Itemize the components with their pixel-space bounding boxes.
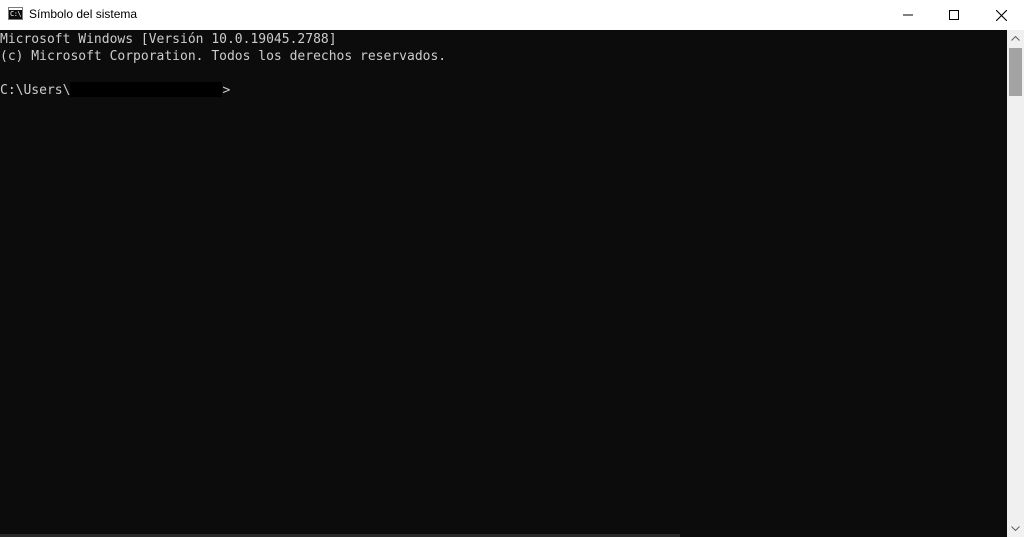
console-output[interactable]: Microsoft Windows [Versión 10.0.19045.27… [0, 30, 1007, 537]
scroll-down-button[interactable] [1007, 520, 1024, 537]
vertical-scrollbar[interactable] [1007, 30, 1024, 537]
scroll-up-button[interactable] [1007, 30, 1024, 47]
prompt-symbol: > [222, 83, 231, 98]
maximize-icon [949, 10, 959, 20]
prompt-path: C:\Users\ [0, 83, 71, 98]
console-line-version: Microsoft Windows [Versión 10.0.19045.27… [0, 32, 337, 47]
close-icon [995, 9, 1007, 21]
minimize-button[interactable] [885, 0, 931, 30]
command-prompt[interactable]: C:\Users\ > [0, 82, 230, 99]
close-button[interactable] [978, 0, 1024, 30]
cmd-icon: C:\ [8, 7, 23, 20]
chevron-up-icon [1011, 36, 1020, 41]
minimize-icon [903, 14, 913, 16]
chevron-down-icon [1011, 526, 1020, 531]
window-title: Símbolo del sistema [29, 7, 138, 21]
cmd-window: C:\ Símbolo del sistema Microsoft Window… [0, 0, 1024, 537]
console-line-copyright: (c) Microsoft Corporation. Todos los der… [0, 49, 447, 64]
maximize-button[interactable] [931, 0, 977, 30]
scrollbar-thumb[interactable] [1009, 48, 1022, 96]
redacted-username [70, 82, 223, 97]
title-bar[interactable]: C:\ Símbolo del sistema [0, 0, 1024, 30]
